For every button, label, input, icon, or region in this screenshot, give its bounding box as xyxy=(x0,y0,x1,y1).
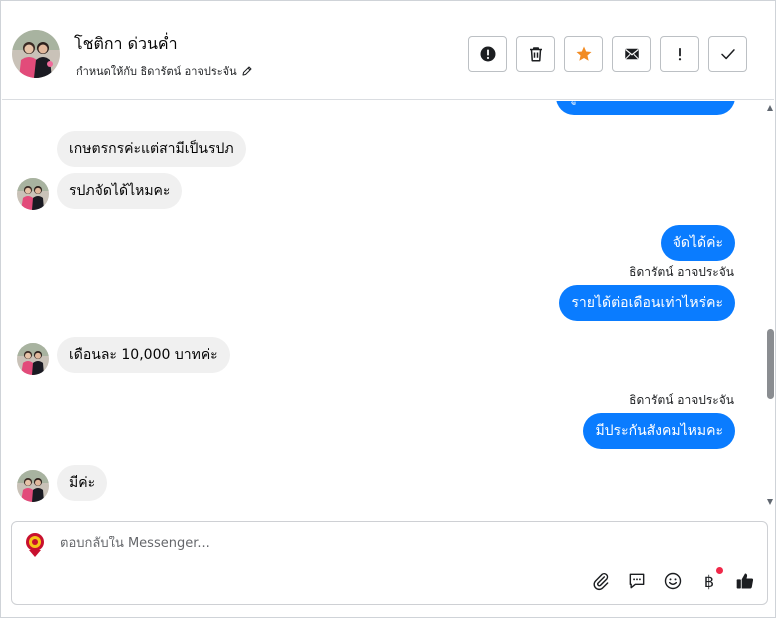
contact-avatar[interactable] xyxy=(12,30,60,78)
message-bubble-incoming[interactable]: เดือนละ 10,000 บาทค่ะ xyxy=(57,337,230,373)
notification-dot xyxy=(716,567,723,574)
page-avatar xyxy=(21,530,49,558)
message-bubble-incoming[interactable]: มีค่ะ xyxy=(57,465,108,501)
assigned-to[interactable]: กำหนดให้กับ ธิดารัตน์ อาจประจัน xyxy=(76,62,253,80)
message-bubble-incoming[interactable]: รปภจัดได้ไหมคะ xyxy=(57,173,183,209)
send-like-button[interactable] xyxy=(734,570,756,592)
pencil-icon[interactable] xyxy=(241,65,253,77)
alert-circle-icon xyxy=(480,46,495,62)
contact-avatar-small xyxy=(17,343,49,375)
message-bubble-outgoing[interactable]: รายได้ต่อเดือนเท่าไหร่คะ xyxy=(559,285,735,321)
action-toolbar xyxy=(468,36,747,72)
envelope-icon xyxy=(624,48,639,60)
contact-name[interactable]: โชติกา ด่วนค่ำ xyxy=(74,32,178,57)
composer-toolbar: ฿ xyxy=(590,567,756,592)
thumbs-up-icon xyxy=(736,573,754,589)
emoji-button[interactable] xyxy=(662,570,684,592)
reply-input[interactable] xyxy=(60,536,580,551)
star-icon xyxy=(576,46,591,61)
check-icon xyxy=(720,49,735,60)
attach-button[interactable] xyxy=(590,570,612,592)
mark-spam-button[interactable] xyxy=(468,36,507,72)
conversation-header: โชติกา ด่วนค่ำ กำหนดให้กับ ธิดารัตน์ อาจ… xyxy=(2,2,774,100)
scroll-up-arrow[interactable] xyxy=(767,105,773,111)
exclamation-icon xyxy=(678,48,681,61)
mark-done-button[interactable] xyxy=(708,36,747,72)
trash-icon xyxy=(529,47,542,62)
message-bubble-outgoing[interactable]: ผู้ทดลองการทำงานเกษตร xyxy=(556,101,735,115)
scroll-down-arrow[interactable] xyxy=(767,499,773,505)
saved-replies-button[interactable] xyxy=(626,570,648,592)
follow-up-button[interactable] xyxy=(660,36,699,72)
message-bubble-incoming[interactable]: เกษตรกรค่ะแต่สามีเป็นรปภ xyxy=(57,131,246,167)
delete-button[interactable] xyxy=(516,36,555,72)
messenger-window: โชติกา ด่วนค่ำ กำหนดให้กับ ธิดารัตน์ อาจ… xyxy=(0,0,776,618)
star-button[interactable] xyxy=(564,36,603,72)
thread-scrollbar[interactable] xyxy=(766,101,775,513)
message-thread[interactable]: ผู้ทดลองการทำงานเกษตร เกษตรกรค่ะแต่สามีเ… xyxy=(2,101,766,513)
baht-icon: ฿ xyxy=(703,571,715,591)
paperclip-icon xyxy=(593,573,609,591)
message-bubble-outgoing[interactable]: มีประกันสังคมไหมคะ xyxy=(583,413,735,449)
mark-unread-button[interactable] xyxy=(612,36,651,72)
sender-name: ธิดารัตน์ อาจประจัน xyxy=(629,393,734,407)
message-bubble-outgoing[interactable]: จัดได้ค่ะ xyxy=(660,225,735,261)
emoji-icon xyxy=(664,572,682,590)
sender-name: ธิดารัตน์ อาจประจัน xyxy=(629,265,734,279)
contact-avatar-small xyxy=(17,470,49,502)
comment-icon xyxy=(629,573,645,589)
scroll-thumb[interactable] xyxy=(767,329,774,399)
contact-avatar-small xyxy=(17,178,49,210)
assigned-label: กำหนดให้กับ ธิดารัตน์ อาจประจัน xyxy=(76,65,237,78)
reply-composer: ฿ xyxy=(11,521,768,605)
payment-button[interactable]: ฿ xyxy=(698,567,723,592)
